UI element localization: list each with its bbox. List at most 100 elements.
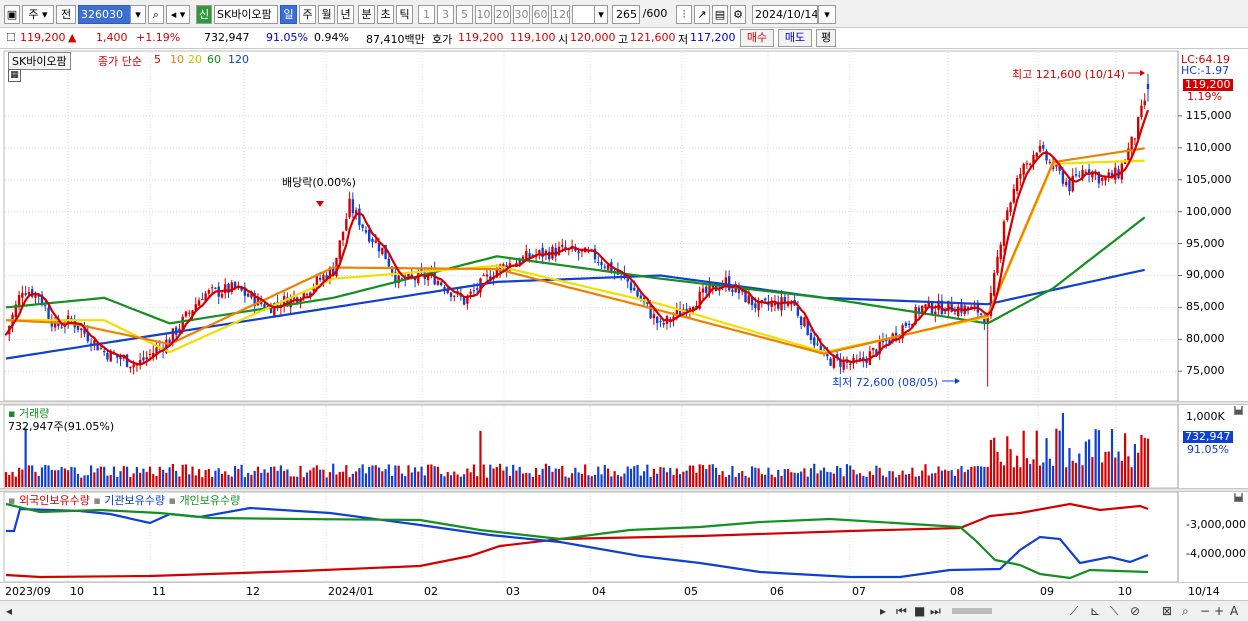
legend-ma5[interactable]: 5 bbox=[154, 53, 161, 66]
candle-body bbox=[1146, 83, 1150, 90]
volume-bar bbox=[973, 466, 976, 487]
volume-bar bbox=[381, 471, 384, 487]
volume-bar bbox=[1071, 460, 1074, 487]
y-axis-label: 110,000 bbox=[1186, 140, 1232, 154]
scroll-right-icon[interactable]: ▸ bbox=[880, 604, 886, 618]
volume-bar bbox=[89, 465, 93, 487]
volume-bar bbox=[1042, 462, 1045, 487]
volume-bar bbox=[1019, 467, 1022, 487]
volume-bar bbox=[73, 467, 76, 487]
volume-bar bbox=[345, 465, 348, 487]
volume-bar bbox=[322, 469, 325, 487]
candle-body bbox=[1025, 163, 1029, 165]
volume-bar bbox=[34, 471, 37, 487]
volume-bar bbox=[711, 464, 714, 487]
volume-bar bbox=[1009, 449, 1012, 487]
volume-bar bbox=[724, 477, 727, 487]
zoom-icon[interactable]: ⌕ bbox=[1182, 604, 1189, 619]
candle-body bbox=[246, 293, 250, 297]
candle-body bbox=[577, 251, 580, 254]
x-label: 12 bbox=[246, 585, 260, 598]
volume-bar bbox=[849, 465, 852, 487]
draw-tool-5-icon[interactable]: ⊠ bbox=[1162, 604, 1172, 618]
legend-ma10[interactable]: 10 bbox=[170, 53, 184, 66]
volume-bar bbox=[400, 473, 404, 487]
volume-bar bbox=[1097, 430, 1101, 487]
volume-bar bbox=[433, 466, 436, 487]
zoom-out-icon[interactable]: − bbox=[1200, 604, 1210, 618]
candle-body bbox=[907, 323, 911, 326]
volume-bar bbox=[672, 475, 675, 487]
legend-ma20[interactable]: 20 bbox=[188, 53, 202, 66]
volume-bar bbox=[70, 466, 73, 487]
draw-tool-2-icon[interactable]: ⊾ bbox=[1090, 604, 1100, 618]
volume-bar bbox=[940, 470, 943, 487]
candle-body bbox=[305, 293, 309, 296]
institution-holding-label[interactable]: 기관보유수량 bbox=[104, 494, 165, 507]
volume-bar bbox=[741, 471, 744, 487]
stock-chart-svg[interactable] bbox=[0, 0, 1248, 621]
legend-bullet: ▪ bbox=[8, 494, 16, 507]
volume-bar bbox=[1002, 465, 1006, 487]
volume-axis-label: 1,000K bbox=[1186, 410, 1225, 423]
candle-body bbox=[341, 231, 345, 241]
candle-body bbox=[597, 261, 600, 263]
volume-maximize-icon[interactable]: ▀ bbox=[1234, 406, 1243, 415]
candle-body bbox=[924, 304, 927, 309]
holder-legend: ▪ 외국인보유수량 ▪ 기관보유수량 ▪ 개인보유수량 bbox=[8, 492, 240, 508]
legend-ma120[interactable]: 120 bbox=[228, 53, 249, 66]
zoom-slider[interactable] bbox=[952, 608, 992, 614]
volume-bar bbox=[312, 467, 315, 487]
candle-body bbox=[1100, 178, 1104, 181]
volume-bar bbox=[374, 465, 377, 487]
volume-bar bbox=[63, 468, 66, 487]
volume-bar bbox=[57, 470, 60, 487]
individual-holding-label[interactable]: 개인보유수량 bbox=[179, 494, 240, 507]
holder-axis-label-1: -3,000,000 bbox=[1186, 518, 1246, 531]
volume-bar bbox=[240, 464, 243, 487]
table-grid-icon[interactable]: ▦ bbox=[8, 69, 21, 82]
draw-tool-4-icon[interactable]: ⊘ bbox=[1130, 604, 1140, 618]
draw-tool-3-icon[interactable]: ⟍ bbox=[1110, 604, 1118, 619]
volume-bar bbox=[822, 467, 826, 487]
volume-bar bbox=[145, 472, 148, 487]
volume-bar bbox=[1107, 451, 1110, 487]
x-label: 11 bbox=[152, 585, 166, 598]
holder-maximize-icon[interactable]: ▀ bbox=[1234, 493, 1243, 502]
volume-bar bbox=[1025, 458, 1029, 487]
volume-bar bbox=[60, 467, 63, 487]
scroll-bar[interactable]: ◂ ▸ ⏮ ■ ⏭ ⟋ ⊾ ⟍ ⊘ ⊠ ⌕ − + A bbox=[0, 600, 1248, 621]
volume-bar bbox=[230, 476, 233, 487]
volume-bar bbox=[211, 476, 214, 487]
zoom-in-icon[interactable]: + bbox=[1214, 604, 1224, 618]
legend-ma60[interactable]: 60 bbox=[207, 53, 221, 66]
candle-body bbox=[436, 281, 440, 285]
volume-bar bbox=[885, 477, 888, 487]
candle-body bbox=[943, 312, 947, 314]
stop-icon[interactable]: ■ bbox=[914, 604, 925, 618]
draw-line-icon[interactable]: ⟋ bbox=[1070, 604, 1078, 619]
volume-bar bbox=[364, 473, 368, 487]
scroll-left-icon[interactable]: ◂ bbox=[6, 604, 12, 618]
candle-body bbox=[1068, 179, 1071, 192]
volume-bar bbox=[512, 464, 515, 487]
volume-bar bbox=[986, 466, 989, 487]
volume-bar bbox=[590, 476, 593, 487]
candle-body bbox=[845, 361, 849, 363]
candle-body bbox=[142, 357, 145, 361]
candle-body bbox=[1133, 138, 1137, 140]
candle-body bbox=[600, 261, 603, 266]
volume-bar bbox=[152, 474, 155, 487]
first-page-icon[interactable]: ⏮ bbox=[896, 604, 907, 619]
volume-bar bbox=[878, 467, 881, 487]
volume-bar bbox=[610, 476, 613, 487]
volume-bar bbox=[891, 471, 894, 487]
volume-bar bbox=[976, 466, 979, 487]
panel-separator[interactable] bbox=[0, 401, 1248, 405]
foreign-holding-label[interactable]: 외국인보유수량 bbox=[19, 494, 90, 507]
font-size-icon[interactable]: A bbox=[1230, 604, 1238, 618]
candle-body bbox=[996, 256, 999, 274]
candle-body bbox=[973, 305, 976, 307]
last-page-icon[interactable]: ⏭ bbox=[930, 604, 941, 619]
volume-bar bbox=[296, 476, 299, 487]
